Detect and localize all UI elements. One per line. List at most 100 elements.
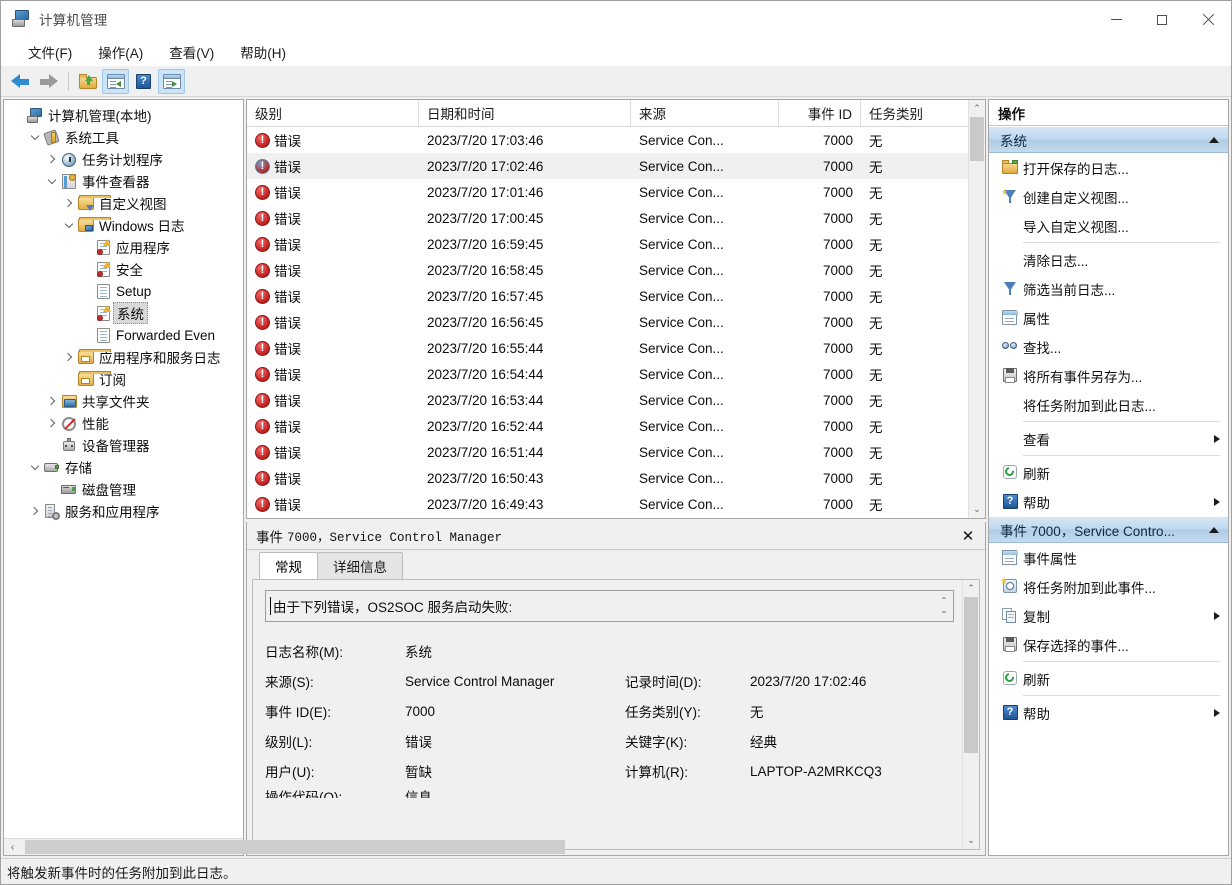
tree-node[interactable]: 性能 xyxy=(4,412,243,434)
message-spinner[interactable]: ⌃ ⌄ xyxy=(937,593,951,619)
tree-node[interactable]: 设备管理器 xyxy=(4,434,243,456)
actions-group-header[interactable]: 事件 7000，Service Contro... xyxy=(989,516,1228,543)
column-header-id[interactable]: 事件 ID xyxy=(779,100,861,126)
event-message-box[interactable]: 由于下列错误，OS2SOC 服务启动失败: ⌃ ⌄ xyxy=(265,590,954,622)
console-tree[interactable]: 计算机管理(本地) 系统工具 任务计划程序 事件查看器 自定义视图 Windows 日志应… xyxy=(4,100,243,838)
close-detail-button[interactable]: ✕ xyxy=(957,525,979,547)
table-row[interactable]: ! 错误 2023/7/20 16:51:44 Service Con... 7000 无 xyxy=(247,439,968,465)
table-row[interactable]: ! 错误 2023/7/20 16:52:44 Service Con... 7000 无 xyxy=(247,413,968,439)
table-row[interactable]: ! 错误 2023/7/20 17:00:45 Service Con... 7000 无 xyxy=(247,205,968,231)
event-list-rows[interactable]: ! 错误 2023/7/20 17:03:46 Service Con... 7000 无… xyxy=(247,127,968,518)
table-row[interactable]: ! 错误 2023/7/20 16:58:45 Service Con... 7000 无 xyxy=(247,257,968,283)
action-item[interactable]: 刷新 xyxy=(989,458,1228,487)
tree-horizontal-scrollbar[interactable]: ‹ › xyxy=(4,838,565,855)
show-hide-actions-button[interactable] xyxy=(158,68,185,94)
tree-twisty-closed[interactable] xyxy=(44,418,59,428)
close-button[interactable] xyxy=(1185,1,1231,38)
action-item[interactable]: ? 帮助 xyxy=(989,698,1228,727)
tree-twisty-open[interactable] xyxy=(44,175,59,184)
back-button[interactable] xyxy=(7,69,34,94)
tree-node[interactable]: 事件查看器 xyxy=(4,170,243,192)
tree-node[interactable]: 计算机管理(本地) xyxy=(4,104,243,126)
table-row[interactable]: ! 错误 2023/7/20 16:49:43 Service Con... 7000 无 xyxy=(247,491,968,517)
action-item[interactable]: 保存选择的事件... xyxy=(989,630,1228,659)
tree-scroll-track[interactable] xyxy=(21,839,565,855)
tree-node[interactable]: 订阅 xyxy=(4,368,243,390)
action-item[interactable]: 复制 xyxy=(989,601,1228,630)
tree-node[interactable]: 应用程序 xyxy=(4,236,243,258)
menu-view[interactable]: 查看(V) xyxy=(156,39,227,66)
action-item[interactable]: 事件属性 xyxy=(989,543,1228,572)
detail-scroll-thumb[interactable] xyxy=(964,597,978,753)
table-row[interactable]: ! 错误 2023/7/20 17:03:46 Service Con... 7000 无 xyxy=(247,127,968,153)
tab-details[interactable]: 详细信息 xyxy=(317,552,403,579)
tree-node[interactable]: 共享文件夹 xyxy=(4,390,243,412)
tree-node[interactable]: 系统 xyxy=(4,302,243,324)
action-item[interactable]: 查找... xyxy=(989,332,1228,361)
action-item[interactable]: 属性 xyxy=(989,303,1228,332)
action-item[interactable]: 筛选当前日志... xyxy=(989,274,1228,303)
menu-file[interactable]: 文件(F) xyxy=(15,39,85,66)
column-header-date[interactable]: 日期和时间 xyxy=(419,100,631,126)
table-row[interactable]: ! 错误 2023/7/20 17:02:46 Service Con... 7000 无 xyxy=(247,153,968,179)
menu-action[interactable]: 操作(A) xyxy=(85,39,156,66)
tab-general[interactable]: 常规 xyxy=(259,552,318,579)
forward-button[interactable] xyxy=(35,69,62,94)
table-row[interactable]: ! 错误 2023/7/20 17:01:46 Service Con... 7000 无 xyxy=(247,179,968,205)
minimize-button[interactable] xyxy=(1093,1,1139,38)
action-item[interactable]: 清除日志... xyxy=(989,245,1228,274)
table-row[interactable]: ! 错误 2023/7/20 16:53:44 Service Con... 7000 无 xyxy=(247,387,968,413)
tree-node[interactable]: 存储 xyxy=(4,456,243,478)
list-scroll-up-button[interactable]: ⌃ xyxy=(969,100,985,117)
tree-node[interactable]: 服务和应用程序 xyxy=(4,500,243,522)
tree-twisty-open[interactable] xyxy=(61,219,76,228)
tree-twisty-closed[interactable] xyxy=(44,154,59,164)
tree-node[interactable]: 系统工具 xyxy=(4,126,243,148)
column-header-task[interactable]: 任务类别 xyxy=(861,100,968,126)
list-scroll-down-button[interactable]: ⌄ xyxy=(969,501,985,518)
tree-node[interactable]: 应用程序和服务日志 xyxy=(4,346,243,368)
event-list-vertical-scrollbar[interactable]: ⌃ ⌄ xyxy=(968,100,985,518)
tree-node[interactable]: Setup xyxy=(4,280,243,302)
column-header-source[interactable]: 来源 xyxy=(631,100,779,126)
tree-twisty-closed[interactable] xyxy=(44,396,59,406)
menu-help[interactable]: 帮助(H) xyxy=(227,39,299,66)
table-row[interactable]: ! 错误 2023/7/20 16:59:45 Service Con... 7000 无 xyxy=(247,231,968,257)
tree-node[interactable]: 安全 xyxy=(4,258,243,280)
tree-node[interactable]: Windows 日志 xyxy=(4,214,243,236)
column-header-level[interactable]: 级别 xyxy=(247,100,419,126)
detail-vertical-scrollbar[interactable]: ⌃ ⌄ xyxy=(962,580,979,849)
tree-scroll-left-button[interactable]: ‹ xyxy=(4,839,21,855)
tree-twisty-closed[interactable] xyxy=(61,352,76,362)
up-one-level-button[interactable] xyxy=(74,69,101,94)
show-hide-tree-button[interactable] xyxy=(102,68,129,94)
action-item[interactable]: 将所有事件另存为... xyxy=(989,361,1228,390)
tree-node[interactable]: 任务计划程序 xyxy=(4,148,243,170)
list-scroll-track[interactable] xyxy=(969,117,985,501)
tree-twisty-open[interactable] xyxy=(27,131,42,140)
detail-scroll-track[interactable] xyxy=(963,597,979,832)
table-row[interactable]: ! 错误 2023/7/20 16:57:45 Service Con... 7000 无 xyxy=(247,283,968,309)
detail-scroll-up-button[interactable]: ⌃ xyxy=(963,580,979,597)
maximize-button[interactable] xyxy=(1139,1,1185,38)
table-row[interactable]: ! 错误 2023/7/20 16:54:44 Service Con... 7000 无 xyxy=(247,361,968,387)
tree-twisty-closed[interactable] xyxy=(27,506,42,516)
actions-group-header[interactable]: 系统 xyxy=(989,126,1228,153)
list-scroll-thumb[interactable] xyxy=(970,117,984,161)
tree-node[interactable]: Forwarded Even xyxy=(4,324,243,346)
action-item[interactable]: 查看 xyxy=(989,424,1228,453)
action-item[interactable]: 导入自定义视图... xyxy=(989,211,1228,240)
action-item[interactable]: 刷新 xyxy=(989,664,1228,693)
tree-twisty-closed[interactable] xyxy=(61,198,76,208)
action-item[interactable]: 将任务附加到此事件... xyxy=(989,572,1228,601)
table-row[interactable]: ! 错误 2023/7/20 16:55:44 Service Con... 7000 无 xyxy=(247,335,968,361)
action-item[interactable]: 将任务附加到此日志... xyxy=(989,390,1228,419)
tree-scroll-thumb[interactable] xyxy=(25,840,565,854)
tree-twisty-open[interactable] xyxy=(27,461,42,470)
help-button[interactable]: ? xyxy=(130,69,157,94)
action-item[interactable]: 打开保存的日志... xyxy=(989,153,1228,182)
detail-scroll-down-button[interactable]: ⌄ xyxy=(963,832,979,849)
tree-node[interactable]: 磁盘管理 xyxy=(4,478,243,500)
tree-node[interactable]: 自定义视图 xyxy=(4,192,243,214)
action-item[interactable]: 创建自定义视图... xyxy=(989,182,1228,211)
